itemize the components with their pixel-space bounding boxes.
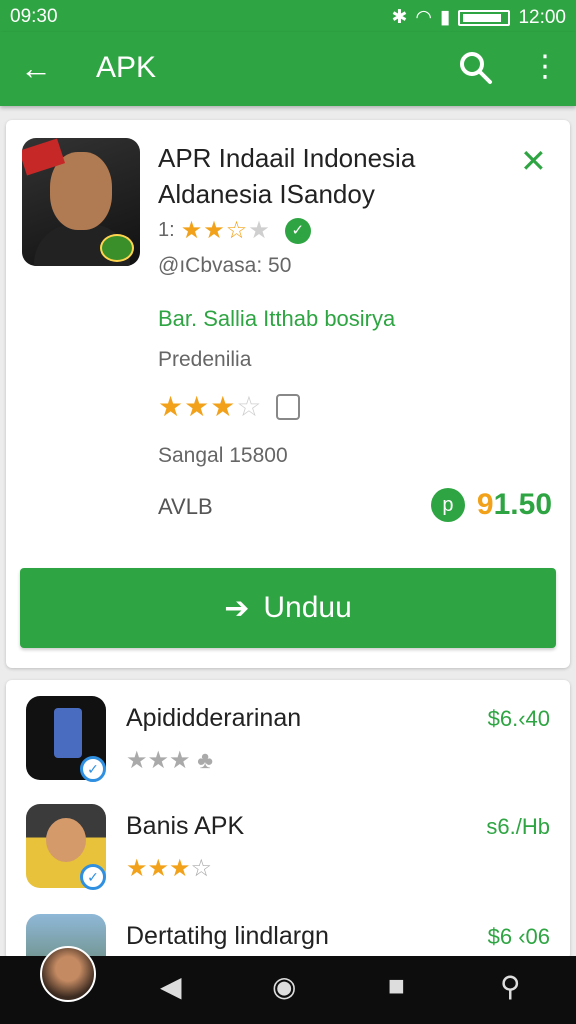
- copy-icon[interactable]: [276, 393, 301, 420]
- verified-icon: ✓: [284, 217, 311, 244]
- download-label: Unduu: [263, 591, 352, 624]
- star-rating-detail: ★★★☆: [158, 391, 263, 422]
- wifi-icon: ◠: [415, 7, 432, 28]
- list-item-price: $6 ‹06: [487, 924, 550, 949]
- bluetooth-icon: ✱: [391, 7, 408, 28]
- downloads-text: @ıCbvasa: 50: [158, 254, 292, 277]
- list-item[interactable]: ✓ Banis APK ★★★☆ s6./Hb: [6, 804, 570, 908]
- size-text: Sangal 15800: [158, 444, 288, 467]
- list-item-name: Apididderarinan: [126, 704, 302, 732]
- phone-shape: [54, 708, 82, 758]
- app-icon-green-badge: [100, 234, 134, 262]
- price-value: 1.50: [493, 488, 552, 521]
- person-face: [46, 818, 86, 862]
- list-item-stars: ★★★ ♣: [126, 747, 213, 774]
- signal-icon: ▮: [439, 7, 451, 28]
- rating-prefix: 1:: [158, 219, 175, 241]
- app-title-line2: Aldanesia ISandoy: [158, 179, 375, 209]
- related-apps-card: ✓ Apididderarinan ★★★ ♣ $6.‹40 ✓ Banis A…: [6, 680, 570, 998]
- back-triangle-icon[interactable]: ◀: [160, 970, 182, 1003]
- price: 91.50: [477, 488, 552, 522]
- app-detail-card: APR Indaail Indonesia Aldanesia ISandoy …: [6, 120, 570, 668]
- check-icon: ✓: [80, 756, 106, 782]
- more-vert-icon[interactable]: ⋮: [530, 52, 560, 82]
- list-item-stars: ★★★☆: [126, 855, 213, 882]
- category-text: Predenilia: [158, 348, 252, 371]
- list-item-price: s6./Hb: [486, 814, 550, 839]
- app-rating: 1: ★★☆★ ✓: [158, 216, 311, 245]
- developer-link[interactable]: Bar. Sallia Itthab bosirya: [158, 306, 395, 332]
- list-item-name: Dertatihg lindlargn: [126, 922, 329, 950]
- check-icon: ✓: [80, 864, 106, 890]
- price-row: p 91.50: [430, 488, 552, 522]
- search-icon[interactable]: [458, 50, 494, 86]
- navigation-bar: ◀ ◉ ■ ⚲: [0, 946, 576, 1024]
- label-left: AVLB: [158, 494, 213, 519]
- rating-detail: ★★★☆: [158, 390, 301, 423]
- price-icon: p: [430, 488, 465, 522]
- accessibility-icon[interactable]: ⚲: [500, 970, 521, 1003]
- battery-icon: [458, 9, 511, 26]
- list-item-name: Banis APK: [126, 812, 245, 840]
- status-bar: 09:30 ✱ ◠ ▮ 12:00: [0, 0, 576, 32]
- recents-square-icon[interactable]: ■: [388, 970, 405, 1002]
- app-icon: [22, 138, 140, 266]
- list-item-price: $6.‹40: [487, 706, 550, 731]
- arrow-left-icon[interactable]: ←: [20, 48, 52, 88]
- arrow-right-icon: ➔: [224, 591, 250, 625]
- app-title-line1: APR Indaail Indonesia: [158, 143, 416, 173]
- app-bar: ← APK ⋮: [0, 32, 576, 106]
- status-time: 09:30: [10, 6, 58, 27]
- app-bar-title: APK: [96, 51, 157, 84]
- download-button[interactable]: ➔ Unduu: [20, 568, 556, 648]
- list-item[interactable]: ✓ Apididderarinan ★★★ ♣ $6.‹40: [6, 696, 570, 800]
- status-clock: 12:00: [518, 6, 566, 28]
- status-icons: ✱ ◠ ▮ 12:00: [391, 6, 566, 29]
- app-title: APR Indaail Indonesia Aldanesia ISandoy: [158, 140, 518, 212]
- avatar[interactable]: [40, 946, 96, 1002]
- home-circle-icon[interactable]: ◉: [272, 970, 296, 1003]
- price-symbol: 9: [476, 488, 494, 521]
- close-icon[interactable]: ✕: [520, 142, 547, 180]
- star-rating: ★★☆★: [180, 217, 271, 244]
